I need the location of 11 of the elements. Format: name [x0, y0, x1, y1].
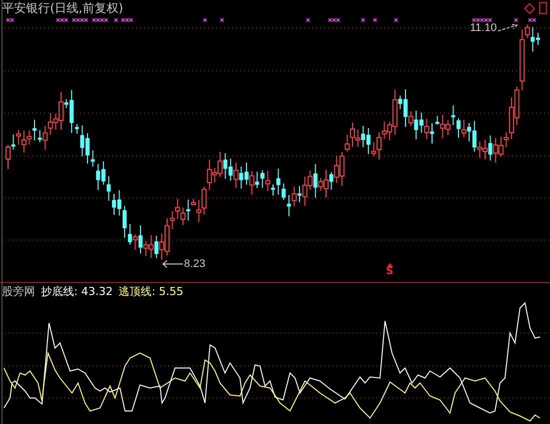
diamond-icon[interactable] — [524, 2, 535, 14]
up-arrow-icon — [386, 263, 393, 267]
leader-line — [496, 23, 519, 33]
indicator-value: 抄底线: 43.32 — [41, 285, 113, 298]
indicator-name: 股旁网 — [2, 285, 35, 298]
leader-line — [162, 259, 184, 269]
indicator-value: 逃顶线: 5.55 — [118, 285, 184, 298]
chart-title: 平安银行(日线,前复权) — [2, 1, 124, 15]
price-label: 8.23 — [184, 258, 206, 270]
price-label: 11.10 — [470, 22, 497, 34]
window-icon[interactable] — [539, 2, 547, 14]
